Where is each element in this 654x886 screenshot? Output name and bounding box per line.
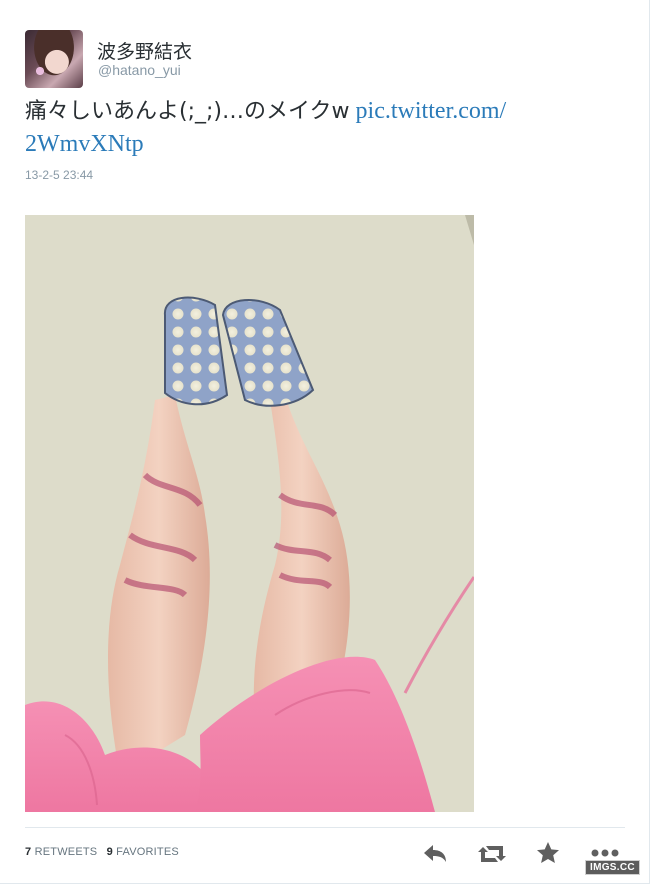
tweet-card: 波多野結衣 @hatano_yui 痛々しいあんよ(;_;)…のメイクw pic… xyxy=(0,0,650,884)
tweet-text: 痛々しいあんよ(;_;)…のメイクw pic.twitter.com/2WmvX… xyxy=(25,95,625,160)
retweet-icon xyxy=(478,846,506,862)
display-name[interactable]: 波多野結衣 xyxy=(97,37,192,64)
retweet-button[interactable] xyxy=(476,841,506,867)
screen-name[interactable]: @hatano_yui xyxy=(98,62,181,78)
tweet-stats: 7 RETWEETS 9 FAVORITES xyxy=(25,846,179,858)
watermark: IMGS.CC xyxy=(585,860,640,875)
tweet-link-part-2[interactable]: 2WmvXNtp xyxy=(25,131,144,157)
retweets-count[interactable]: 7 xyxy=(25,846,31,858)
reply-icon xyxy=(424,845,446,862)
tweet-photo[interactable] xyxy=(25,215,474,812)
avatar[interactable] xyxy=(25,30,83,88)
tweet-timestamp[interactable]: 13-2-5 23:44 xyxy=(25,168,93,182)
tweet-body: 痛々しいあんよ(;_;)…のメイクw xyxy=(25,99,350,124)
reply-button[interactable] xyxy=(420,841,450,867)
favorites-count[interactable]: 9 xyxy=(107,846,113,858)
favorite-button[interactable] xyxy=(534,840,564,866)
avatar-sparkle xyxy=(29,64,51,78)
avatar-face xyxy=(25,30,83,88)
favorites-label[interactable]: FAVORITES xyxy=(116,846,179,858)
star-icon xyxy=(537,842,559,863)
photo-illustration xyxy=(25,215,474,812)
tweet-link-part-1[interactable]: pic.twitter.com/ xyxy=(356,98,507,124)
actions-divider xyxy=(25,827,625,828)
retweets-label[interactable]: RETWEETS xyxy=(35,846,98,858)
